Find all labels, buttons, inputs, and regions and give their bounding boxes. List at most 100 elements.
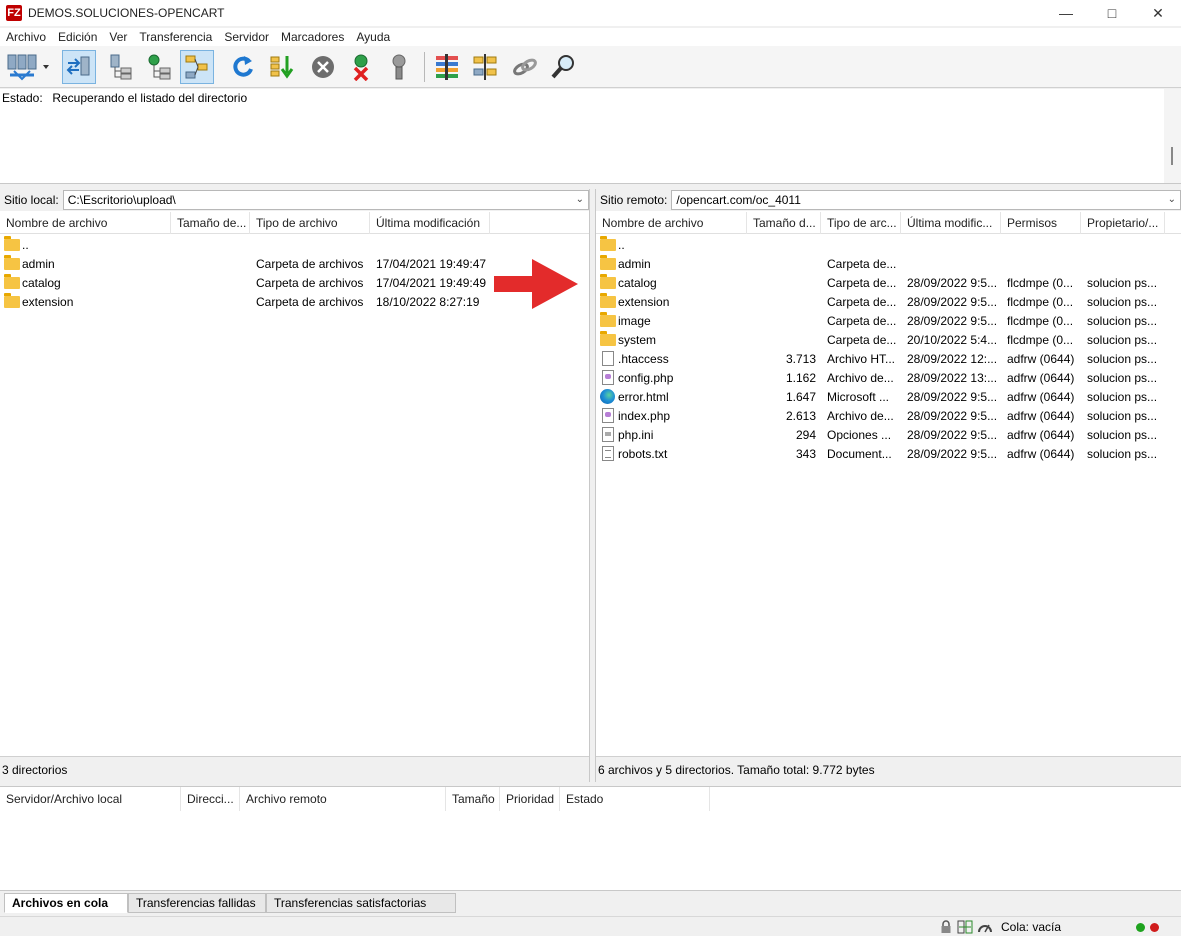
remote-column-header: Nombre de archivo Tamaño d... Tipo de ar… [596,212,1181,234]
refresh-icon[interactable] [226,50,260,84]
folder-icon [4,274,20,290]
folder-icon [600,236,616,252]
menu-archivo[interactable]: Archivo [0,30,52,44]
arrow-right-icon [494,259,578,309]
file-owner [1087,236,1161,255]
queue-col-server[interactable]: Servidor/Archivo local [0,787,181,811]
file-row[interactable]: index.php 2.613 Archivo de... 28/09/2022 9:… [596,407,1181,426]
search-icon[interactable] [546,50,580,84]
tab-failed-transfers[interactable]: Transferencias fallidas [128,893,266,913]
chevron-down-icon[interactable]: ⌄ [1168,194,1176,205]
local-col-size[interactable]: Tamaño de... [171,212,250,234]
edge-file-icon [600,389,616,404]
toggle-queue-icon[interactable] [180,50,214,84]
log-label: Estado: [2,91,43,105]
file-row[interactable]: extension Carpeta de... 28/09/2022 9:5... f… [596,293,1181,312]
site-manager-icon[interactable] [2,50,54,84]
remote-col-modified[interactable]: Última modific... [901,212,1001,234]
file-type [256,236,370,255]
queue-tabs: Archivos en cola Transferencias fallidas… [0,890,1181,914]
file-name: admin [22,257,55,271]
menu-edicion[interactable]: Edición [52,30,103,44]
file-modified: 28/09/2022 9:5... [907,409,998,423]
file-size [747,255,816,274]
file-row[interactable]: .htaccess 3.713 Archivo HT... 28/09/2022 12… [596,350,1181,369]
queue-col-status[interactable]: Estado [560,787,710,811]
file-row[interactable]: .. [0,236,589,255]
local-col-name[interactable]: Nombre de archivo [0,212,171,234]
remote-col-permissions[interactable]: Permisos [1001,212,1081,234]
file-owner: solucion ps... [1087,276,1158,290]
local-col-modified[interactable]: Última modificación [370,212,490,234]
file-permissions: adfrw (0644) [1007,371,1075,385]
queue-col-priority[interactable]: Prioridad [500,787,560,811]
file-row[interactable]: .. [596,236,1181,255]
file-size: 1.647 [785,390,816,404]
filter-icon[interactable] [468,50,502,84]
menu-ayuda[interactable]: Ayuda [350,30,396,44]
queue-col-direction[interactable]: Direcci... [181,787,240,811]
toggle-remote-tree-icon[interactable] [142,50,176,84]
remote-col-name[interactable]: Nombre de archivo [596,212,747,234]
queue-col-size[interactable]: Tamaño [446,787,500,811]
folder-icon [600,312,616,328]
folder-icon [4,255,20,271]
file-size [747,274,816,293]
menu-marcadores[interactable]: Marcadores [275,30,350,44]
file-owner: solucion ps... [1087,428,1158,442]
file-row[interactable]: image Carpeta de... 28/09/2022 9:5... flcdm… [596,312,1181,331]
text-file-icon [600,446,616,461]
file-row[interactable]: admin Carpeta de... [596,255,1181,274]
file-row[interactable]: catalog Carpeta de... 28/09/2022 9:5... flc… [596,274,1181,293]
menu-servidor[interactable]: Servidor [218,30,275,44]
file-modified: 28/09/2022 9:5... [907,276,998,290]
file-row[interactable]: php.ini 294 Opciones ... 28/09/2022 9:5... a… [596,426,1181,445]
file-icon [600,351,616,366]
file-type: Carpeta de... [827,314,897,328]
file-permissions: flcdmpe (0... [1007,295,1074,309]
file-row[interactable]: system Carpeta de... 20/10/2022 5:4... flcd… [596,331,1181,350]
directory-comparison-icon[interactable] [430,50,464,84]
tab-queued-files[interactable]: Archivos en cola [4,893,128,913]
remote-col-size[interactable]: Tamaño d... [747,212,821,234]
reconnect-icon[interactable] [382,50,416,84]
file-name: php.ini [618,428,654,442]
file-type: Carpeta de... [827,295,897,309]
file-size [171,293,246,312]
sync-browsing-icon[interactable] [508,50,542,84]
file-modified: 17/04/2021 19:49:47 [376,257,487,271]
toggle-message-log-icon[interactable] [62,50,96,84]
toggle-local-tree-icon[interactable] [104,50,138,84]
file-owner: solucion ps... [1087,409,1158,423]
local-col-type[interactable]: Tipo de archivo [250,212,370,234]
folder-icon [600,331,616,347]
file-row[interactable]: error.html 1.647 Microsoft ... 28/09/2022 9… [596,388,1181,407]
disconnect-icon[interactable] [344,50,378,84]
folder-icon [600,255,616,271]
file-name: image [618,314,651,328]
file-row[interactable]: config.php 1.162 Archivo de... 28/09/2022 1… [596,369,1181,388]
local-path-input[interactable]: C:\Escritorio\upload\ ⌄ [62,190,589,210]
file-name: .htaccess [618,352,669,366]
chevron-down-icon[interactable]: ⌄ [576,194,584,205]
log-scrollbar[interactable] [1164,89,1181,183]
file-owner: solucion ps... [1087,333,1158,347]
cancel-icon[interactable] [306,50,340,84]
file-permissions: adfrw (0644) [1007,409,1075,423]
maximize-icon[interactable]: □ [1089,0,1135,26]
file-row[interactable]: robots.txt 343 Document... 28/09/2022 9:5..… [596,445,1181,464]
process-queue-icon[interactable] [266,50,300,84]
minimize-icon[interactable]: — [1043,0,1089,26]
queue-col-remote-file[interactable]: Archivo remoto [240,787,446,811]
remote-path-input[interactable]: /opencart.com/oc_4011 ⌄ [671,190,1181,210]
menu-transferencia[interactable]: Transferencia [133,30,218,44]
remote-col-owner[interactable]: Propietario/... [1081,212,1165,234]
close-icon[interactable]: ✕ [1135,0,1181,26]
menu-ver[interactable]: Ver [103,30,133,44]
remote-col-type[interactable]: Tipo de arc... [821,212,901,234]
status-bar: Cola: vacía [0,916,1181,936]
file-name: config.php [618,371,674,385]
tab-successful-transfers[interactable]: Transferencias satisfactorias [266,893,456,913]
file-type [827,236,899,255]
file-owner: solucion ps... [1087,390,1158,404]
